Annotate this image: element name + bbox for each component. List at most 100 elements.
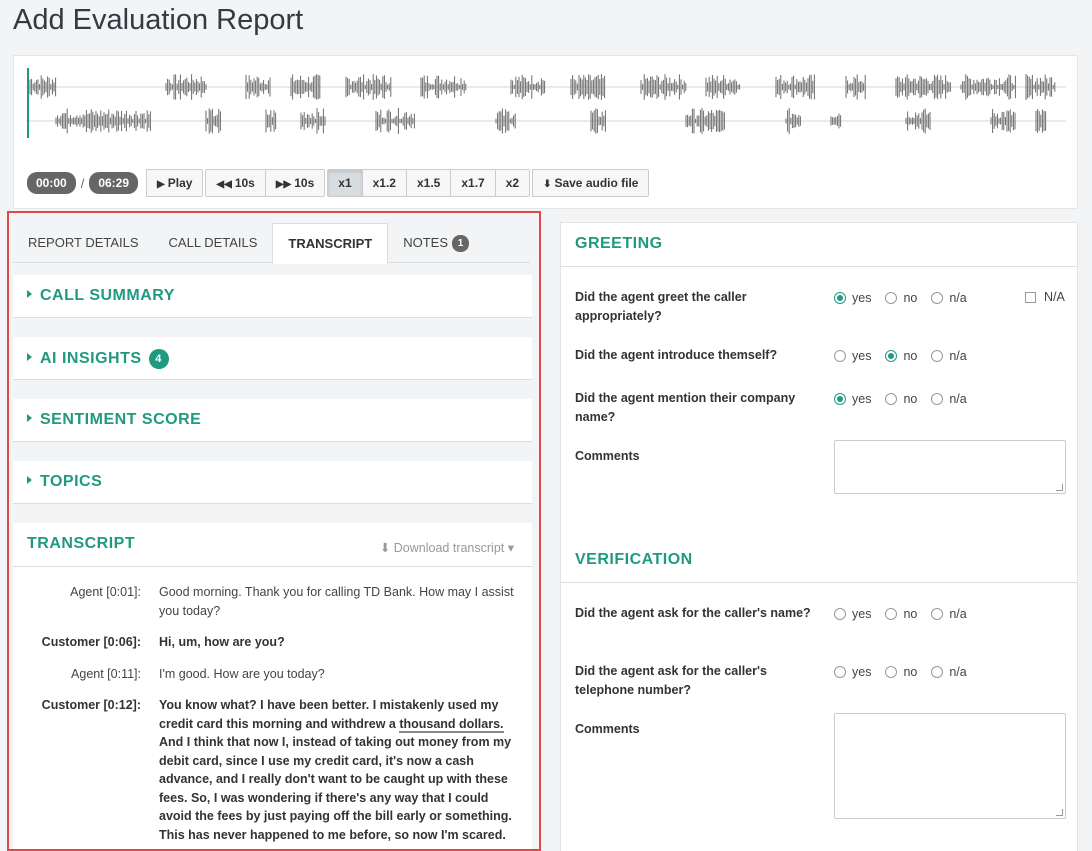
radio-option-no[interactable]: no [885, 349, 917, 363]
resize-handle-icon [1056, 484, 1063, 491]
section-title: GREETING [575, 235, 663, 252]
na-checkbox[interactable]: N/A [1025, 290, 1065, 304]
page-title: Add Evaluation Report [13, 4, 304, 36]
download-transcript-dropdown[interactable]: ⬇ Download transcript ▾ [380, 540, 514, 555]
caret-right-icon [27, 476, 32, 484]
tab-transcript[interactable]: TRANSCRIPT [272, 223, 389, 264]
play-icon: ▶ [157, 179, 165, 190]
radio-icon [885, 393, 898, 405]
section-title: VERIFICATION [575, 551, 693, 568]
caret-right-icon [27, 290, 32, 298]
speaker-label: Agent [0:01]: [70, 585, 141, 599]
radio-icon [885, 350, 898, 362]
save-audio-button[interactable]: ⬇ Save audio file [532, 169, 650, 197]
question-label: Did the agent introduce themself? [575, 348, 778, 362]
radio-option-yes[interactable]: yes [834, 392, 871, 406]
radio-icon [834, 666, 846, 678]
tab-report-details[interactable]: REPORT DETAILS [13, 223, 154, 263]
speaker-label: Agent [0:11]: [71, 666, 141, 681]
radio-option-no[interactable]: no [885, 392, 917, 406]
tab-bar: REPORT DETAILS CALL DETAILS TRANSCRIPT N… [13, 223, 530, 264]
audio-player: 00:00 / 06:29 ▶ Play ◀◀ 10s ▶▶ 10s x1 x1.2 x1… [13, 55, 1078, 209]
comments-label: Comments [575, 722, 640, 736]
radio-icon [834, 350, 846, 362]
question-label: Did the agent ask for the caller's telep… [575, 664, 767, 697]
sentiment-score-accordion[interactable]: SENTIMENT SCORE [13, 399, 532, 442]
player-controls: 00:00 / 06:29 ▶ Play ◀◀ 10s ▶▶ 10s x1 x1.2 x1… [27, 169, 650, 197]
audio-waveform[interactable] [26, 68, 1066, 138]
radio-option-na[interactable]: n/a [931, 665, 967, 679]
greeting-comments-textarea[interactable] [834, 440, 1066, 494]
radio-option-no[interactable]: no [885, 291, 917, 305]
radio-icon [885, 608, 898, 620]
greeting-section-header: GREETING [561, 223, 1077, 267]
radio-group: yes no n/a [834, 349, 981, 363]
radio-icon [834, 292, 846, 304]
checkbox-icon [1025, 291, 1036, 303]
time-separator: / [80, 175, 85, 191]
comments-label: Comments [575, 449, 640, 463]
radio-option-na[interactable]: n/a [931, 291, 967, 305]
topics-accordion[interactable]: TOPICS [13, 461, 532, 504]
caret-down-icon: ▾ [504, 541, 514, 555]
transcript-row: Customer [0:06]: Hi, um, how are you? [13, 633, 532, 652]
ai-insights-accordion[interactable]: AI INSIGHTS 4 [13, 337, 532, 380]
download-icon: ⬇ [379, 541, 394, 555]
play-button[interactable]: ▶ Play [146, 169, 204, 197]
utterance-text: Good morning. Thank you for calling TD B… [159, 585, 514, 618]
caret-right-icon [27, 414, 32, 422]
rewind-button[interactable]: ◀◀ 10s [205, 169, 266, 197]
speed-button-x1[interactable]: x1 [327, 169, 363, 197]
radio-group: yes no n/a [834, 392, 981, 406]
radio-icon [834, 393, 846, 405]
radio-option-yes[interactable]: yes [834, 291, 871, 305]
transcript-row: Customer [0:12]: You know what? I have b… [13, 696, 532, 844]
radio-icon [885, 666, 898, 678]
tab-call-details[interactable]: CALL DETAILS [154, 223, 273, 263]
speed-button-x1-5[interactable]: x1.5 [405, 169, 452, 197]
radio-option-na[interactable]: n/a [931, 607, 967, 621]
utterance-text: You know what? I have been better. I mis… [159, 698, 512, 842]
resize-handle-icon [1056, 809, 1063, 816]
radio-icon [931, 393, 944, 405]
transcript-title: TRANSCRIPT [27, 535, 136, 552]
transcript-rows: Agent [0:01]: Good morning. Thank you fo… [13, 583, 532, 849]
highlighted-phrase[interactable]: thousand dollars. [399, 716, 504, 733]
tab-notes[interactable]: NOTES 1 [388, 223, 484, 263]
speaker-label: Customer [0:06]: [41, 635, 141, 649]
radio-icon [885, 292, 898, 304]
radio-option-no[interactable]: no [885, 607, 917, 621]
transcript-section: TRANSCRIPT ⬇ Download transcript ▾ Agent… [13, 523, 532, 849]
radio-option-no[interactable]: no [885, 665, 917, 679]
transcript-panel: REPORT DETAILS CALL DETAILS TRANSCRIPT N… [7, 211, 541, 851]
speed-button-x1-2[interactable]: x1.2 [361, 169, 407, 197]
forward-button[interactable]: ▶▶ 10s [264, 169, 326, 197]
radio-group: yes no n/a [834, 291, 981, 305]
notes-count-badge: 1 [452, 235, 469, 252]
speaker-label: Customer [0:12]: [41, 698, 141, 712]
radio-icon [931, 608, 944, 620]
evaluation-form: GREETING Did the agent greet the caller … [560, 222, 1078, 851]
verification-comments-textarea[interactable] [834, 713, 1066, 819]
current-time: 00:00 [27, 172, 76, 194]
utterance-text: I'm good. How are you today? [159, 666, 325, 681]
call-summary-accordion[interactable]: CALL SUMMARY [13, 275, 532, 318]
radio-option-yes[interactable]: yes [834, 607, 871, 621]
radio-option-na[interactable]: n/a [931, 349, 967, 363]
fast-forward-icon: ▶▶ [275, 179, 292, 190]
radio-icon [931, 666, 944, 678]
question-label: Did the agent ask for the caller's name? [575, 606, 811, 620]
question-label: Did the agent greet the caller appropria… [575, 290, 747, 323]
radio-icon [931, 292, 944, 304]
radio-icon [931, 350, 944, 362]
radio-option-yes[interactable]: yes [834, 349, 871, 363]
download-icon: ⬇ [543, 179, 552, 190]
rewind-icon: ◀◀ [216, 179, 232, 190]
speed-button-x1-7[interactable]: x1.7 [450, 169, 496, 197]
radio-option-yes[interactable]: yes [834, 665, 871, 679]
radio-icon [834, 608, 846, 620]
radio-option-na[interactable]: n/a [931, 392, 967, 406]
speed-button-x2[interactable]: x2 [494, 169, 531, 197]
duration: 06:29 [89, 172, 139, 194]
question-label: Did the agent mention their company name… [575, 391, 796, 424]
